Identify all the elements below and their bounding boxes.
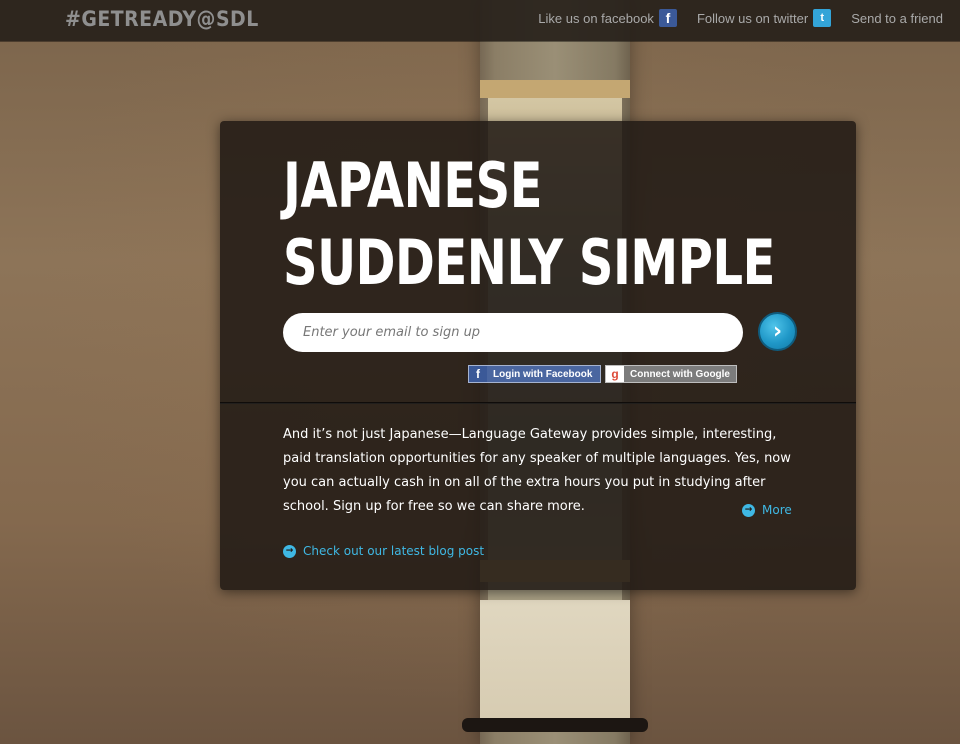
send-to-friend-label: Send to a friend xyxy=(851,10,943,26)
submit-arrow-button[interactable]: › xyxy=(758,312,797,351)
scroll-lower-paper xyxy=(480,600,630,718)
site-logo[interactable]: #GETREADY@SDL xyxy=(65,7,259,31)
twitter-icon: t xyxy=(813,9,832,27)
facebook-like-label: Like us on facebook xyxy=(538,10,654,26)
twitter-follow-link[interactable]: Follow us on twitter t xyxy=(696,9,832,27)
top-bar: #GETREADY@SDL Like us on facebook f Foll… xyxy=(0,0,960,41)
scroll-rod xyxy=(462,718,648,732)
login-with-facebook-button[interactable]: f Login with Facebook xyxy=(468,365,601,383)
facebook-button-label: Login with Facebook xyxy=(493,368,593,380)
more-link-label: More xyxy=(762,503,792,517)
headline-line-2: SUDDENLY SIMPLE xyxy=(283,226,775,299)
description-text: And it’s not just Japanese—Language Gate… xyxy=(283,427,791,514)
chevron-right-icon: › xyxy=(772,319,783,344)
social-login-buttons: f Login with Facebook g Connect with Goo… xyxy=(468,365,741,383)
facebook-icon: f xyxy=(658,9,677,27)
card-divider xyxy=(220,402,856,404)
facebook-like-link[interactable]: Like us on facebook f xyxy=(538,9,677,27)
google-button-label: Connect with Google xyxy=(630,368,730,380)
headline-line-1: JAPANESE xyxy=(283,149,543,222)
page-title: JAPANESE SUDDENLY SIMPLE xyxy=(283,147,775,301)
blog-post-link[interactable]: → Check out our latest blog post xyxy=(283,544,484,558)
facebook-icon: f xyxy=(469,366,487,382)
twitter-follow-label: Follow us on twitter xyxy=(696,10,809,26)
signup-card: JAPANESE SUDDENLY SIMPLE › f Login with … xyxy=(220,121,856,590)
blog-link-label: Check out our latest blog post xyxy=(303,544,485,558)
arrow-right-icon: → xyxy=(283,544,296,558)
email-input[interactable] xyxy=(283,313,743,352)
more-link[interactable]: → More xyxy=(742,503,792,517)
google-icon: g xyxy=(606,366,624,382)
social-nav: Like us on facebook f Follow us on twitt… xyxy=(538,9,943,27)
scroll-top-band xyxy=(480,80,630,98)
connect-with-google-button[interactable]: g Connect with Google xyxy=(605,365,737,383)
send-to-friend-link[interactable]: Send to a friend xyxy=(851,11,943,26)
arrow-right-icon: → xyxy=(742,503,755,517)
